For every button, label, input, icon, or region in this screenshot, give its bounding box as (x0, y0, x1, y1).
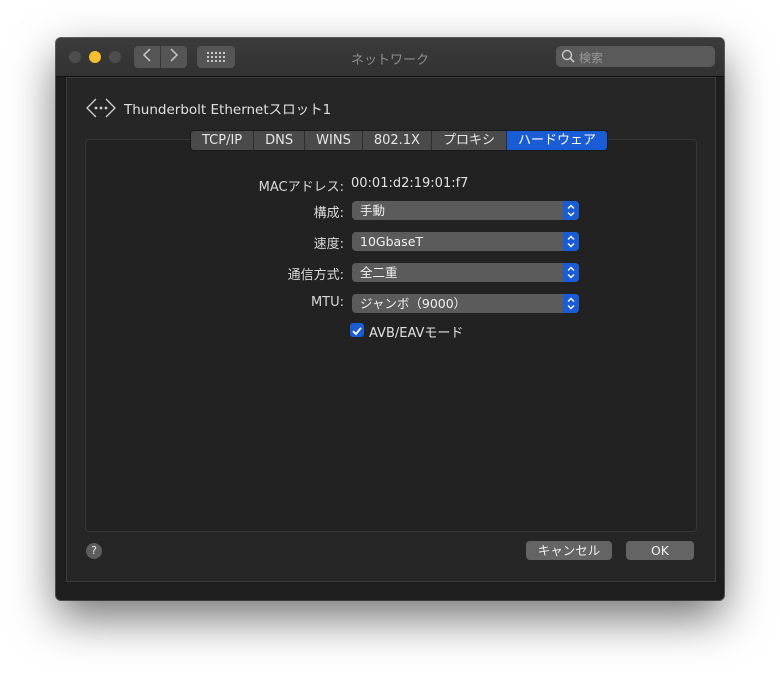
network-preferences-window: ネットワーク 検索 Thunderbolt Ethernetスロット1 TCP/… (56, 38, 724, 600)
tab-proxy[interactable]: プロキシ (431, 131, 507, 150)
interface-name: Thunderbolt Ethernetスロット1 (124, 102, 332, 118)
up-down-arrows-icon (563, 263, 579, 282)
search-placeholder: 検索 (579, 51, 604, 65)
help-button[interactable]: ? (86, 543, 102, 559)
search-field[interactable]: 検索 (556, 46, 715, 67)
tab-8021x[interactable]: 802.1X (362, 131, 432, 150)
mac-address-value: 00:01:d2:19:01:f7 (351, 176, 469, 191)
speed-popup[interactable]: 10GbaseT (352, 232, 579, 251)
tab-dns[interactable]: DNS (254, 131, 306, 150)
duplex-label: 通信方式: (287, 268, 344, 283)
configure-popup[interactable]: 手動 (352, 201, 579, 220)
ok-button[interactable]: OK (626, 541, 694, 560)
cancel-button[interactable]: キャンセル (526, 541, 612, 560)
duplex-popup[interactable]: 全二重 (352, 263, 579, 282)
tab-tcpip[interactable]: TCP/IP (191, 131, 255, 150)
mtu-popup[interactable]: ジャンボ（9000） (352, 294, 579, 313)
configure-value: 手動 (360, 203, 386, 218)
up-down-arrows-icon (563, 294, 579, 313)
up-down-arrows-icon (563, 201, 579, 220)
configure-label: 構成: (313, 206, 344, 221)
mtu-label: MTU: (310, 295, 344, 310)
mtu-value: ジャンボ（9000） (360, 296, 467, 311)
mac-address-label: MACアドレス: (258, 180, 344, 195)
tab-hardware[interactable]: ハードウェア (506, 131, 607, 150)
ethernet-icon (86, 98, 116, 118)
duplex-value: 全二重 (360, 265, 398, 280)
speed-label: 速度: (313, 237, 344, 252)
interface-header: Thunderbolt Ethernetスロット1 (86, 97, 331, 119)
avb-eav-label[interactable]: AVB/EAVモード (369, 322, 463, 341)
checkmark-icon (352, 327, 362, 336)
up-down-arrows-icon (563, 232, 579, 251)
tab-wins[interactable]: WINS (305, 131, 363, 150)
title-bar: ネットワーク 検索 (56, 38, 724, 77)
tab-bar: TCP/IP DNS WINS 802.1X プロキシ ハードウェア (190, 130, 608, 151)
speed-value: 10GbaseT (360, 234, 424, 249)
avb-eav-checkbox[interactable] (350, 323, 364, 337)
search-icon (561, 49, 575, 63)
